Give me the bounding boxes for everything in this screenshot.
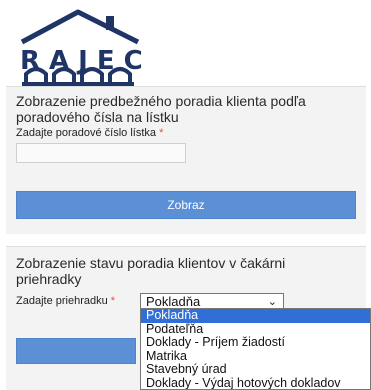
counter-panel-title: Zobrazenie stavu poradia klientov v čaká… [16, 255, 286, 287]
counter-label-text: Zadajte priehradku [16, 295, 108, 307]
ticket-number-label: Zadajte poradové číslo lístka * [16, 127, 163, 139]
dropdown-option[interactable]: Stavebný úrad [141, 362, 370, 377]
dropdown-option[interactable]: Podateľňa [141, 322, 370, 337]
required-mark: * [159, 127, 164, 139]
counter-dropdown-list: Pokladňa Podateľňa Doklady - Príjem žiad… [140, 308, 371, 390]
dropdown-option[interactable]: Doklady - Príjem žiadostí [141, 335, 370, 350]
dropdown-option[interactable]: Pokladňa [141, 309, 370, 323]
required-mark: * [110, 295, 116, 307]
counter-select-value: Pokladňa [146, 294, 201, 309]
dropdown-option[interactable]: Doklady - Výdaj hotových dokladov [141, 376, 370, 389]
counter-show-button[interactable] [16, 338, 136, 364]
show-button[interactable]: Zobraz [16, 191, 356, 219]
counter-label: Zadajte priehradku * [16, 295, 115, 307]
rajec-logo: RAJEC [18, 6, 168, 86]
logo-text: RAJEC [20, 46, 152, 76]
ticket-order-panel: Zobrazenie predbežného poradia klienta p… [6, 86, 366, 234]
dropdown-option[interactable]: Matrika [141, 349, 370, 364]
ticket-number-label-text: Zadajte poradové číslo lístka [16, 127, 157, 139]
ticket-panel-title: Zobrazenie predbežného poradia klienta p… [16, 93, 306, 125]
ticket-number-input[interactable] [16, 143, 186, 163]
